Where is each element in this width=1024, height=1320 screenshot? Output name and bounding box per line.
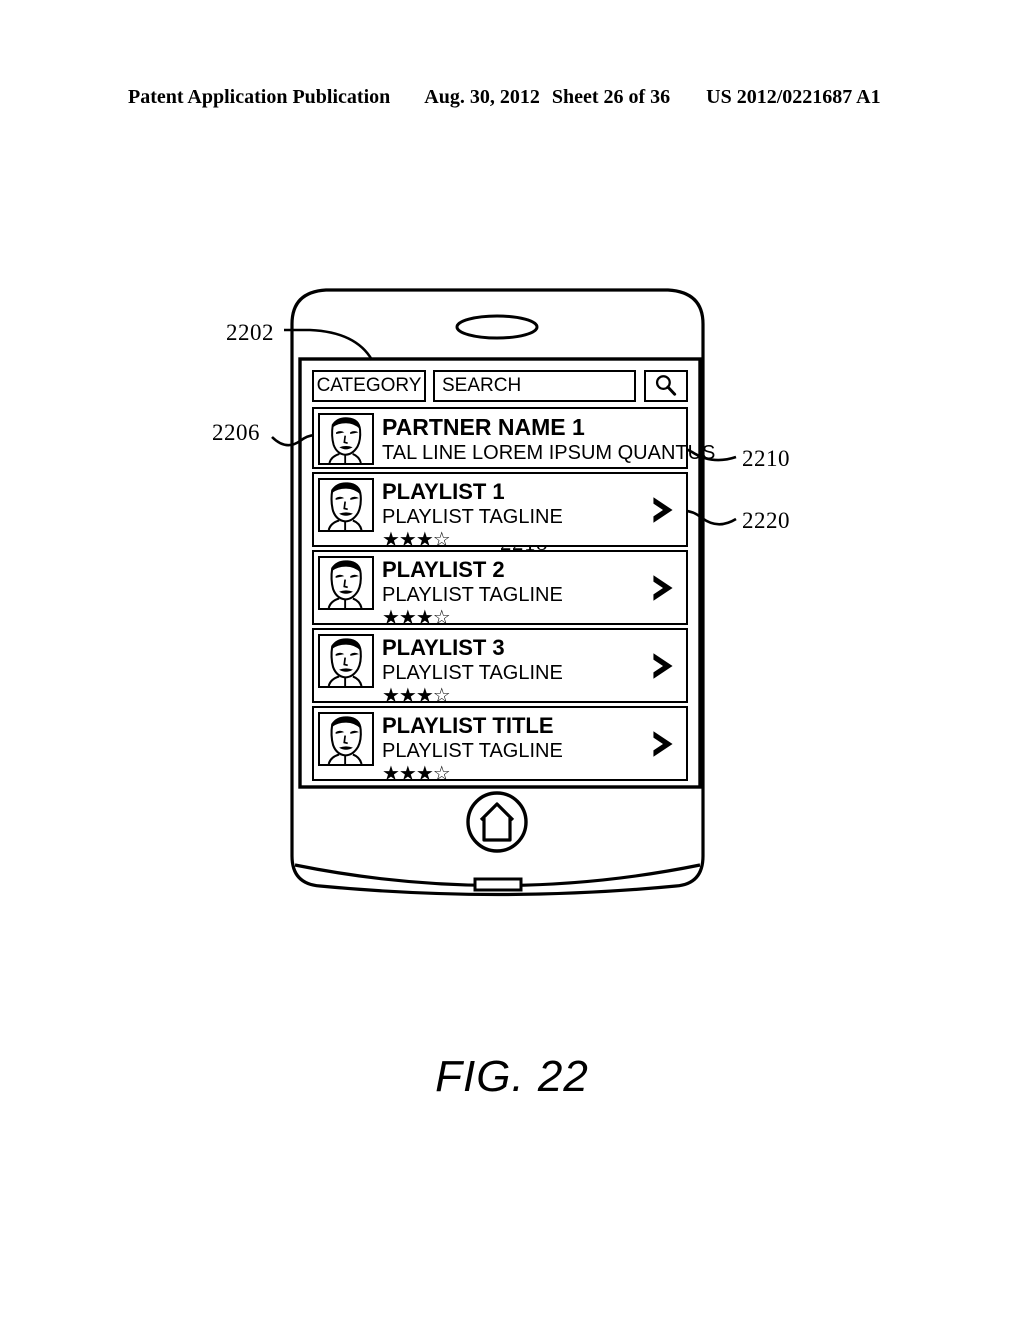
partner-tagline: TAL LINE LOREM IPSUM QUANTUS [382, 442, 716, 464]
face-portrait-icon [321, 415, 371, 463]
list-item[interactable]: PLAYLIST 3 PLAYLIST TAGLINE ★★★☆ [312, 628, 688, 707]
playlist-title: PLAYLIST 2 [382, 557, 505, 582]
partner-text: PARTNER NAME 1 TAL LINE LOREM IPSUM QUAN… [374, 413, 716, 464]
category-label: CATEGORY [316, 375, 422, 396]
partner-name: PARTNER NAME 1 [382, 414, 585, 440]
face-portrait-icon [320, 714, 372, 764]
ref-numeral-2206: 2206 [212, 420, 260, 445]
list-item-text: PLAYLIST 1 PLAYLIST TAGLINE ★★★☆ [374, 478, 648, 551]
list-item-text: PLAYLIST 2 PLAYLIST TAGLINE ★★★☆ [374, 556, 648, 629]
ref-numeral-2210: 2210 [742, 446, 790, 471]
playlist-avatar [318, 712, 374, 766]
playlist-chevron-button[interactable] [648, 727, 678, 761]
leader-2202 [284, 328, 374, 361]
list-item[interactable]: PLAYLIST TITLE PLAYLIST TAGLINE ★★★☆ [312, 706, 688, 785]
ref-numeral-2220: 2220 [742, 508, 790, 533]
magnifier-icon [655, 375, 677, 396]
playlist-tagline: PLAYLIST TAGLINE [382, 506, 563, 528]
device-base-curve [294, 863, 701, 888]
ref-numeral-2202: 2202 [226, 320, 274, 345]
chevron-right-icon [653, 496, 673, 523]
home-house-icon [479, 802, 515, 842]
publication-date: Aug. 30, 2012 [424, 86, 540, 108]
chevron-right-icon [653, 730, 673, 757]
playlist-avatar [318, 634, 374, 688]
search-input[interactable]: SEARCH [433, 370, 636, 402]
playlist-rating[interactable]: ★★★☆ [382, 764, 648, 784]
bottom-slot [473, 877, 523, 892]
list-item[interactable]: PLAYLIST 2 PLAYLIST TAGLINE ★★★☆ [312, 550, 688, 629]
playlist-title: PLAYLIST 3 [382, 635, 505, 660]
playlist-title: PLAYLIST TITLE [382, 713, 554, 738]
playlist-avatar [318, 478, 374, 532]
sheet-number: Sheet 26 of 36 [551, 86, 671, 108]
playlist-rating[interactable]: ★★★☆ [382, 608, 648, 628]
search-bar: CATEGORY SEARCH [312, 370, 688, 402]
publication-label: Patent Application Publication [128, 86, 391, 108]
patent-header: Patent Application Publication Aug. 30, … [128, 86, 896, 112]
speaker-grille-icon [455, 314, 539, 340]
home-button [466, 791, 528, 853]
partner-avatar [318, 413, 374, 465]
chevron-right-icon [653, 574, 673, 601]
playlist-chevron-button[interactable] [648, 493, 678, 527]
search-submit-button[interactable] [644, 370, 688, 402]
face-portrait-icon [320, 558, 372, 608]
playlist-avatar [318, 556, 374, 610]
device-screen: CATEGORY SEARCH PARTNER NAME 1 TAL LINE … [303, 362, 716, 785]
face-portrait-icon [320, 480, 372, 530]
category-button[interactable]: CATEGORY [312, 370, 426, 402]
list-item-text: PLAYLIST TITLE PLAYLIST TAGLINE ★★★☆ [374, 712, 648, 785]
playlist-tagline: PLAYLIST TAGLINE [382, 662, 563, 684]
face-portrait-icon [320, 636, 372, 686]
playlist-rating[interactable]: ★★★☆ [382, 530, 648, 550]
partner-row[interactable]: PARTNER NAME 1 TAL LINE LOREM IPSUM QUAN… [312, 407, 716, 469]
playlist-tagline: PLAYLIST TAGLINE [382, 740, 563, 762]
playlist-chevron-button[interactable] [648, 649, 678, 683]
list-item-text: PLAYLIST 3 PLAYLIST TAGLINE ★★★☆ [374, 634, 648, 707]
playlist-tagline: PLAYLIST TAGLINE [382, 584, 563, 606]
playlist-title: PLAYLIST 1 [382, 479, 505, 504]
patent-number: US 2012/0221687 A1 [706, 86, 881, 108]
content-list: PARTNER NAME 1 TAL LINE LOREM IPSUM QUAN… [312, 407, 716, 785]
search-input-value: SEARCH [442, 375, 522, 396]
figure-caption: FIG. 22 [435, 1052, 589, 1101]
playlist-chevron-button[interactable] [648, 571, 678, 605]
list-item[interactable]: PLAYLIST 1 PLAYLIST TAGLINE ★★★☆ [312, 472, 688, 551]
playlist-rating[interactable]: ★★★☆ [382, 686, 648, 706]
chevron-right-icon [653, 652, 673, 679]
